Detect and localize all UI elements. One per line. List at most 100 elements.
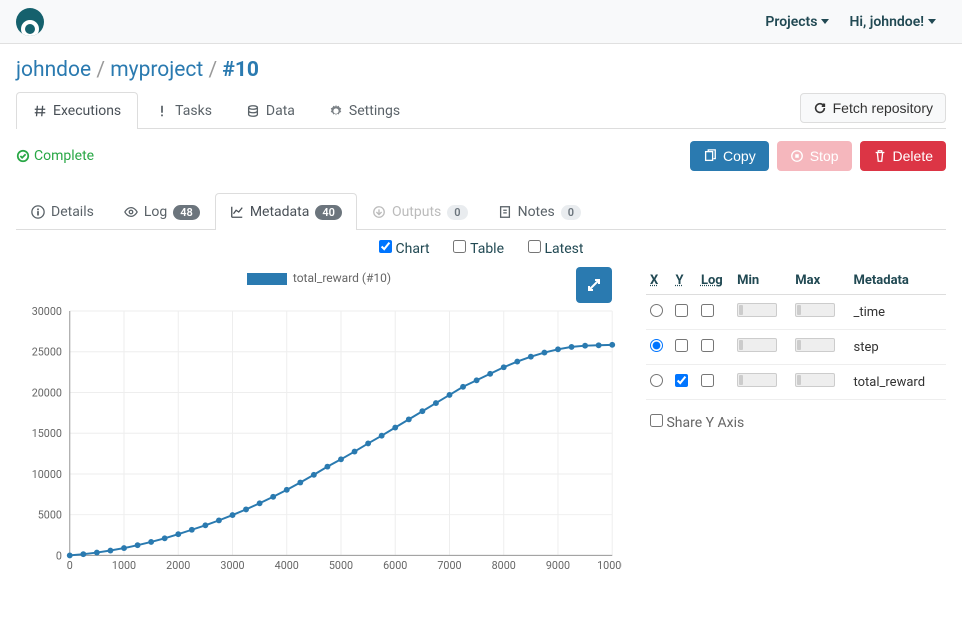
subtab-details[interactable]: Details [16,193,109,230]
check-circle-icon [16,149,30,163]
view-latest-option[interactable]: Latest [528,241,584,257]
view-latest-checkbox[interactable] [528,240,541,253]
svg-text:20000: 20000 [32,386,62,399]
x-radio[interactable] [650,304,663,317]
col-max: Max [791,267,849,295]
database-icon [246,104,260,118]
topbar: Projects Hi, johndoe! [0,0,962,44]
log-count-badge: 48 [173,205,200,220]
sub-tabs: Details Log 48 Metadata 40 Outputs 0 Not… [16,193,946,230]
view-table-option[interactable]: Table [453,241,504,257]
col-min: Min [733,267,791,295]
chart-panel: total_reward (#10) 010002000300040005000… [16,267,622,597]
y-checkbox[interactable] [675,339,688,352]
svg-text:15000: 15000 [32,427,62,440]
breadcrumb-user[interactable]: johndoe [16,58,91,82]
stop-button: Stop [777,141,852,171]
y-checkbox[interactable] [675,374,688,387]
subtab-log[interactable]: Log 48 [109,193,215,230]
svg-text:9000: 9000 [546,559,570,572]
breadcrumb: johndoe / myproject / #10 [0,44,962,92]
view-table-checkbox[interactable] [453,240,466,253]
svg-text:7000: 7000 [437,559,461,572]
x-radio[interactable] [650,374,663,387]
breadcrumb-project[interactable]: myproject [110,58,203,82]
col-y[interactable]: Y [671,267,696,295]
svg-text:0: 0 [67,559,73,572]
expand-chart-button[interactable] [576,267,612,303]
metadata-table: X Y Log Min Max Metadata _timesteptotal_… [646,267,946,400]
metadata-chart[interactable]: 0100020003000400050006000700080009000100… [16,293,622,593]
chart-line-icon [230,205,244,219]
info-icon [31,205,45,219]
eye-icon [124,205,138,219]
view-chart-option[interactable]: Chart [379,241,430,257]
svg-text:10000: 10000 [32,468,62,481]
share-y-option[interactable]: Share Y Axis [650,415,744,431]
svg-text:0: 0 [56,549,62,562]
svg-text:25000: 25000 [32,346,62,359]
svg-text:30000: 30000 [32,305,62,318]
min-slider[interactable] [737,303,777,317]
metadata-name: step [850,330,947,365]
svg-text:3000: 3000 [220,559,244,572]
app-logo[interactable] [16,8,44,36]
metadata-controls: X Y Log Min Max Metadata _timesteptotal_… [646,267,946,597]
projects-dropdown[interactable]: Projects [755,6,839,38]
outputs-count-badge: 0 [447,205,467,220]
view-chart-checkbox[interactable] [379,240,392,253]
min-slider[interactable] [737,373,777,387]
trash-icon [873,149,887,163]
metadata-count-badge: 40 [315,205,342,220]
delete-button[interactable]: Delete [860,141,946,171]
main-tabs: Executions Tasks Data Settings Fetch rep… [16,92,946,129]
tab-tasks[interactable]: Tasks [138,92,229,129]
share-y-row: Share Y Axis [646,400,946,445]
x-radio[interactable] [650,339,663,352]
tab-settings[interactable]: Settings [312,92,417,129]
caret-down-icon [928,19,936,24]
subtab-metadata[interactable]: Metadata 40 [215,193,357,230]
svg-text:6000: 6000 [383,559,407,572]
stop-icon [790,149,804,163]
expand-icon [586,277,602,293]
max-slider[interactable] [795,338,835,352]
col-log[interactable]: Log [697,267,733,295]
copy-button[interactable]: Copy [690,141,769,171]
tab-executions[interactable]: Executions [16,92,138,129]
fetch-repository-button[interactable]: Fetch repository [800,93,946,123]
user-dropdown[interactable]: Hi, johndoe! [839,6,946,38]
metadata-row: step [646,330,946,365]
copy-icon [703,149,717,163]
caret-down-icon [821,19,829,24]
note-icon [498,205,512,219]
metadata-row: total_reward [646,365,946,400]
gear-icon [329,104,343,118]
refresh-icon [813,101,827,115]
log-checkbox[interactable] [701,374,714,387]
tab-data[interactable]: Data [229,92,312,129]
col-x[interactable]: X [646,267,671,295]
svg-text:1000: 1000 [112,559,136,572]
log-checkbox[interactable] [701,339,714,352]
min-slider[interactable] [737,338,777,352]
exclamation-icon [155,104,169,118]
status-badge: Complete [16,148,94,164]
svg-text:5000: 5000 [329,559,353,572]
col-metadata: Metadata [850,267,947,295]
hash-icon [33,104,47,118]
notes-count-badge: 0 [561,205,581,220]
svg-text:4000: 4000 [275,559,299,572]
log-checkbox[interactable] [701,304,714,317]
metadata-name: _time [850,295,947,330]
subtab-outputs[interactable]: Outputs 0 [357,193,483,230]
y-checkbox[interactable] [675,304,688,317]
legend-swatch [247,273,287,285]
metadata-row: _time [646,295,946,330]
subtab-notes[interactable]: Notes 0 [483,193,597,230]
status-row: Complete Copy Stop Delete [16,129,946,183]
svg-text:8000: 8000 [492,559,516,572]
share-y-checkbox[interactable] [650,414,663,427]
max-slider[interactable] [795,373,835,387]
max-slider[interactable] [795,303,835,317]
